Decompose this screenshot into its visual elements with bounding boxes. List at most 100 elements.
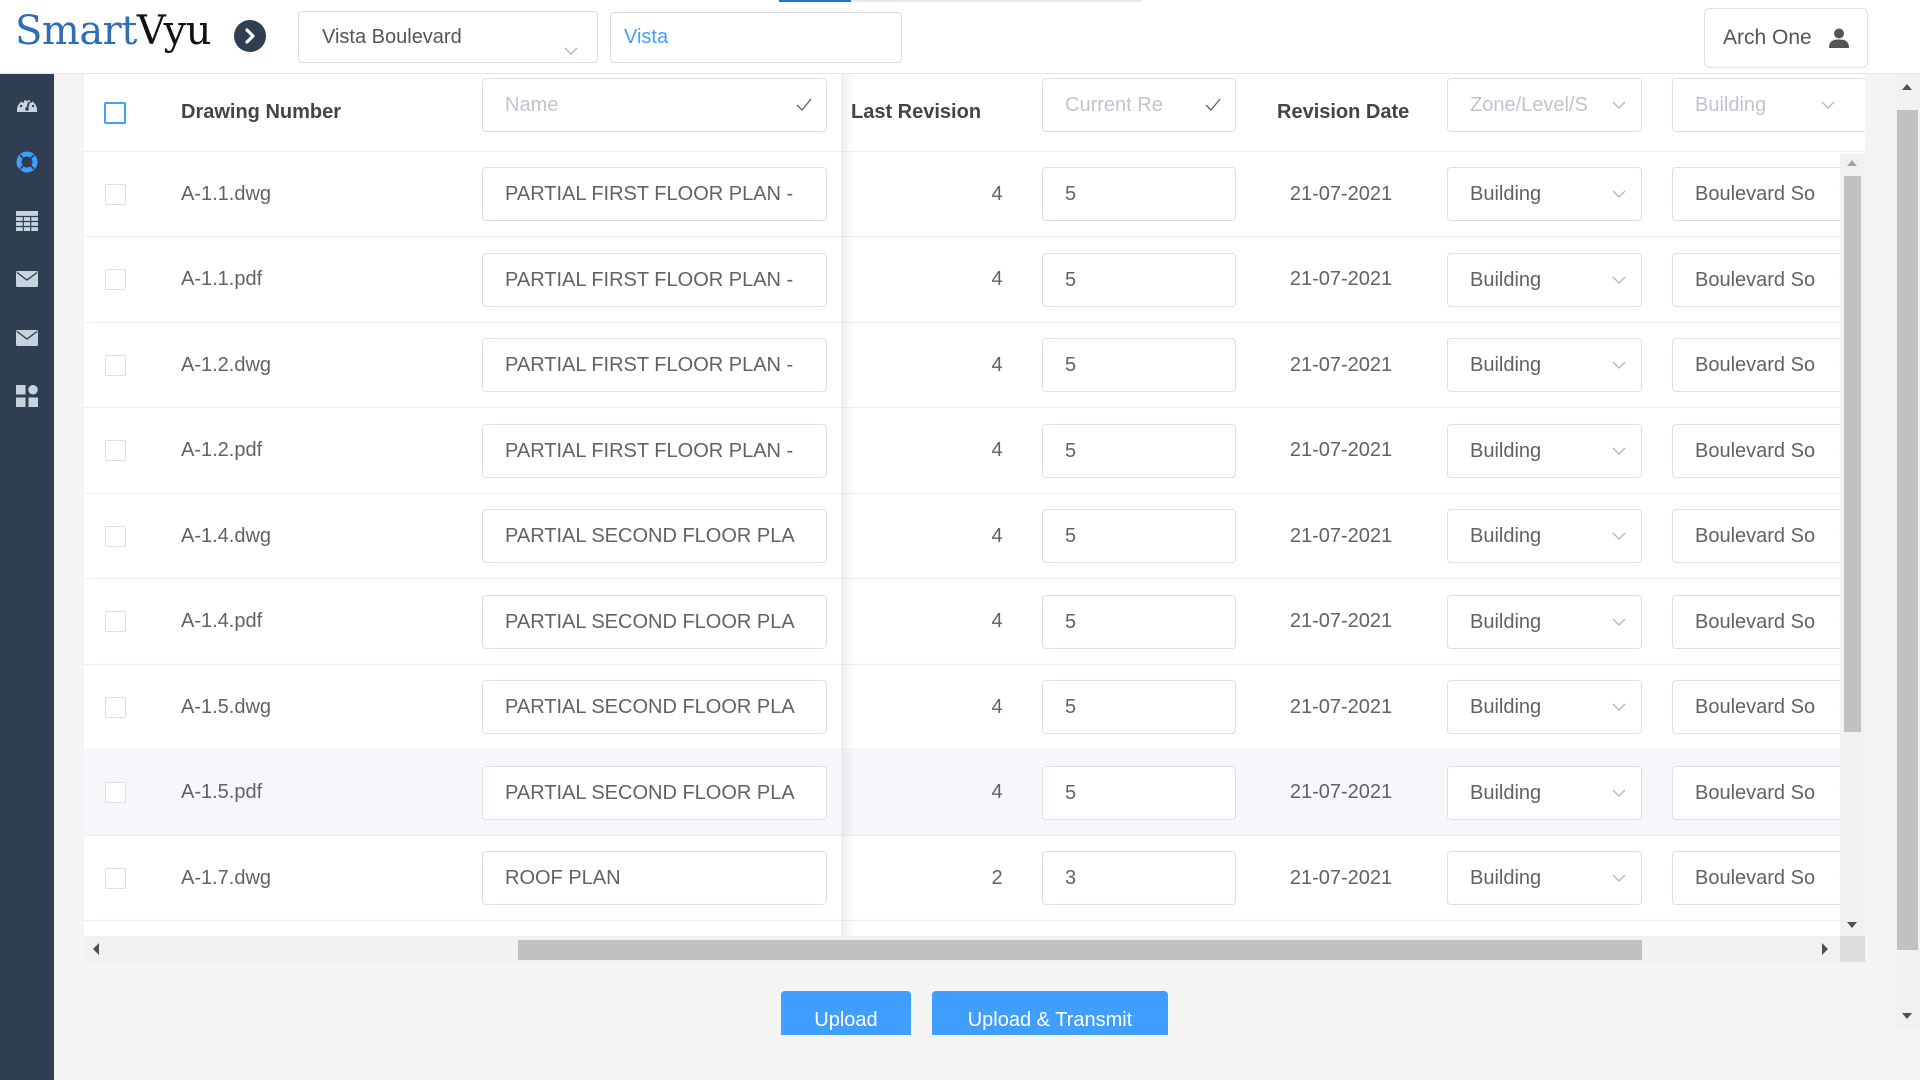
row-checkbox[interactable] — [105, 183, 126, 205]
zone-select[interactable]: Building — [1447, 338, 1642, 392]
row-checkbox-cell — [105, 494, 126, 578]
current-revision-input[interactable]: 5 — [1042, 167, 1236, 221]
name-value: PARTIAL SECOND FLOOR PLA — [505, 696, 795, 718]
name-column-filter[interactable]: Name — [482, 78, 827, 132]
table-row[interactable]: A-1.4.pdf PARTIAL SECOND FLOOR PLA 4 5 2… — [84, 579, 1865, 665]
building-select[interactable]: Boulevard So — [1672, 338, 1865, 392]
scroll-down-arrow-icon[interactable] — [1847, 922, 1857, 928]
row-checkbox[interactable] — [105, 269, 126, 290]
zone-select[interactable]: Building — [1447, 252, 1642, 307]
header-last-revision[interactable]: Last Revision — [851, 74, 981, 151]
table-row[interactable]: A-1.1.dwg PARTIAL FIRST FLOOR PLAN - 4 5… — [84, 152, 1865, 237]
name-input[interactable]: PARTIAL FIRST FLOOR PLAN - — [482, 252, 827, 307]
page-scroll-up-arrow-icon[interactable] — [1902, 84, 1912, 90]
building-filter-placeholder: Building — [1695, 94, 1767, 116]
dashboard-gauge-icon[interactable] — [13, 90, 41, 118]
apps-grid-icon[interactable] — [13, 382, 41, 410]
lifebuoy-support-icon[interactable] — [13, 148, 41, 176]
current-revision-input[interactable]: 3 — [1042, 851, 1236, 905]
current-revision-column-filter[interactable]: Current Re — [1042, 78, 1236, 132]
row-checkbox[interactable] — [105, 440, 126, 461]
project-select[interactable]: Vista Boulevard — [298, 11, 598, 63]
envelope-icon[interactable] — [13, 265, 41, 293]
chevron-down-icon — [1605, 595, 1627, 648]
name-input[interactable]: PARTIAL FIRST FLOOR PLAN - — [482, 423, 827, 478]
building-select[interactable]: Boulevard So — [1672, 167, 1865, 221]
row-checkbox[interactable] — [105, 867, 126, 889]
row-checkbox[interactable] — [105, 782, 126, 803]
zone-value: Building — [1470, 268, 1542, 291]
table-row[interactable]: A-1.7.dwg ROOF PLAN 2 3 21-07-2021 Build… — [84, 836, 1865, 921]
check-icon — [1199, 79, 1221, 131]
building-select[interactable]: Boulevard So — [1672, 680, 1865, 734]
drawing-number: A-1.2.dwg — [181, 353, 272, 376]
name-input[interactable]: PARTIAL FIRST FLOOR PLAN - — [482, 167, 827, 221]
table-row[interactable]: A-1.5.pdf PARTIAL SECOND FLOOR PLA 4 5 2… — [84, 750, 1865, 836]
current-revision-input[interactable]: 5 — [1042, 423, 1236, 478]
smartvyu-logo[interactable]: SmartVyu — [15, 8, 212, 54]
building-column-filter[interactable]: Building — [1672, 78, 1865, 132]
row-checkbox[interactable] — [105, 525, 126, 547]
select-all-checkbox[interactable] — [104, 101, 126, 124]
current-revision-input[interactable]: 5 — [1042, 594, 1236, 649]
scroll-right-arrow-icon[interactable] — [1822, 943, 1828, 955]
name-value: PARTIAL FIRST FLOOR PLAN - — [505, 268, 794, 291]
name-input[interactable]: PARTIAL SECOND FLOOR PLA — [482, 680, 827, 734]
zone-column-filter[interactable]: Zone/Level/S — [1447, 78, 1642, 132]
table-grid-icon[interactable] — [13, 207, 41, 235]
page-scroll-down-arrow-icon[interactable] — [1902, 1013, 1912, 1019]
chevron-right-circle-icon[interactable] — [234, 20, 266, 52]
building-select[interactable]: Boulevard So — [1672, 851, 1865, 905]
current-revision-input[interactable]: 5 — [1042, 252, 1236, 307]
table-horizontal-scroll-thumb[interactable] — [518, 940, 1642, 960]
name-input[interactable]: ROOF PLAN — [482, 851, 827, 905]
table-row[interactable]: A-1.2.dwg PARTIAL FIRST FLOOR PLAN - 4 5… — [84, 323, 1865, 408]
header-drawing-number[interactable]: Drawing Number — [181, 74, 341, 151]
row-checkbox[interactable] — [105, 696, 126, 718]
current-revision-input[interactable]: 5 — [1042, 509, 1236, 563]
revision-date: 21-07-2021 — [1289, 439, 1393, 461]
row-checkbox[interactable] — [105, 611, 126, 632]
table-row[interactable]: A-1.2.pdf PARTIAL FIRST FLOOR PLAN - 4 5… — [84, 408, 1865, 494]
table-vertical-scroll-thumb[interactable] — [1844, 176, 1861, 732]
envelope-icon[interactable] — [13, 324, 41, 352]
zone-select[interactable]: Building — [1447, 167, 1642, 221]
row-checkbox[interactable] — [105, 354, 126, 376]
header-revision-date[interactable]: Revision Date — [1277, 74, 1409, 151]
page-scroll-thumb[interactable] — [1897, 110, 1918, 950]
scroll-left-arrow-icon[interactable] — [93, 943, 99, 955]
name-input[interactable]: PARTIAL SECOND FLOOR PLA — [482, 594, 827, 649]
current-revision-input[interactable]: 5 — [1042, 680, 1236, 734]
zone-select[interactable]: Building — [1447, 423, 1642, 478]
name-input[interactable]: PARTIAL SECOND FLOOR PLA — [482, 765, 827, 820]
building-select[interactable]: Boulevard So — [1672, 509, 1865, 563]
zone-select[interactable]: Building — [1447, 765, 1642, 820]
current-revision-value: 5 — [1065, 781, 1077, 804]
current-revision-input[interactable]: 5 — [1042, 338, 1236, 392]
upload-button[interactable]: Upload — [781, 991, 911, 1035]
name-input[interactable]: PARTIAL FIRST FLOOR PLAN - — [482, 338, 827, 392]
name-input[interactable]: PARTIAL SECOND FLOOR PLA — [482, 509, 827, 563]
current-revision-input[interactable]: 5 — [1042, 765, 1236, 820]
table-row[interactable]: A-1.1.pdf PARTIAL FIRST FLOOR PLAN - 4 5… — [84, 237, 1865, 323]
zone-select[interactable]: Building — [1447, 851, 1642, 905]
building-select[interactable]: Boulevard So — [1672, 594, 1865, 649]
building-select[interactable]: Boulevard So — [1672, 765, 1865, 820]
current-revision-value: 5 — [1065, 525, 1077, 547]
upload-and-transmit-button[interactable]: Upload & Transmit — [932, 991, 1168, 1035]
user-menu-button[interactable]: Arch One — [1704, 8, 1868, 68]
drawing-number: A-1.4.dwg — [181, 524, 272, 547]
zone-select[interactable]: Building — [1447, 509, 1642, 563]
zone-select[interactable]: Building — [1447, 680, 1642, 734]
table-vertical-scrollbar[interactable] — [1840, 154, 1865, 936]
building-value: Boulevard So — [1695, 268, 1816, 291]
table-row[interactable]: A-1.5.dwg PARTIAL SECOND FLOOR PLA 4 5 2… — [84, 665, 1865, 750]
table-row[interactable]: A-1.4.dwg PARTIAL SECOND FLOOR PLA 4 5 2… — [84, 494, 1865, 579]
page-vertical-scrollbar[interactable] — [1895, 74, 1920, 1029]
project-search-input[interactable] — [610, 12, 902, 63]
building-select[interactable]: Boulevard So — [1672, 252, 1865, 307]
building-select[interactable]: Boulevard So — [1672, 423, 1865, 478]
zone-select[interactable]: Building — [1447, 594, 1642, 649]
scroll-up-arrow-icon[interactable] — [1847, 160, 1857, 166]
table-horizontal-scrollbar[interactable] — [84, 936, 1840, 962]
